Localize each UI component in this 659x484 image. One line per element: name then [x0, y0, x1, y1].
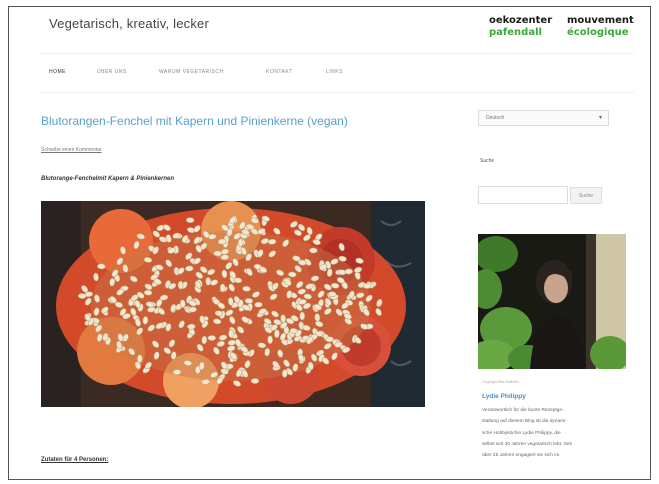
comment-link[interactable]: Schreibe einen Kommentar [41, 147, 102, 153]
nav-item-links[interactable]: LINKS [326, 69, 343, 75]
bio-line: sche Hobbyköchin Lydie Philippy, die [482, 430, 561, 436]
author-portrait [478, 234, 626, 369]
photo-caption: Blutorange-Fenchelmit Kapern & Pinienker… [41, 176, 175, 182]
chevron-down-icon: ▾ [598, 115, 602, 121]
site-title[interactable]: Vegetarisch, kreativ, lecker [49, 16, 209, 31]
bio-line: über 25 Jahren engagiert sie sich im [482, 453, 560, 459]
nav-item-home[interactable]: HOME [49, 69, 66, 75]
nav-item-warum-vegetarisch[interactable]: WARUM VEGETARISCH [159, 69, 224, 75]
bio-line: Verantwortlich für die bunte Rezeptge- [482, 408, 564, 413]
logo-right-top: mouvement [567, 15, 634, 26]
search-heading: Suche [480, 158, 495, 164]
bio-line: selbst seit 30 Jahren vegetarisch lebt. … [482, 441, 572, 447]
nav-item-kontakt[interactable]: KONTAKT [266, 69, 293, 75]
logo-right-bottom: écologique [567, 27, 629, 38]
author-bio: Verantwortlich für die bunte Rezeptge- s… [482, 405, 632, 461]
search-input[interactable] [478, 186, 568, 204]
nav-item-ueber-uns[interactable]: ÜBER UNS [97, 69, 127, 75]
language-select[interactable]: Deutsch ▾ [478, 110, 609, 126]
author-name[interactable]: Lydie Philippy [482, 393, 526, 400]
browser-page: Vegetarisch, kreativ, lecker oekozenter … [8, 6, 651, 480]
main-navigation: HOME ÜBER UNS WARUM VEGETARISCH KONTAKT … [39, 53, 634, 93]
logo-left-top: oekozenter [489, 15, 553, 26]
search-button[interactable]: Suche [570, 187, 602, 204]
oekozenter-logo[interactable]: oekozenter pafendall mouvement écologiqu… [489, 15, 649, 45]
logo-left-bottom: pafendall [489, 27, 542, 38]
bio-line: staltung auf diesem Blog ist die dynami- [482, 419, 567, 425]
recipe-photo [41, 201, 425, 407]
language-select-value: Deutsch [486, 115, 505, 121]
post-title[interactable]: Blutorangen-Fenchel mit Kapern und Pinie… [41, 114, 348, 128]
image-copyright: Copyright Rita Raffhiller [482, 380, 519, 384]
ingredients-heading: Zutaten für 4 Personen: [41, 457, 109, 463]
